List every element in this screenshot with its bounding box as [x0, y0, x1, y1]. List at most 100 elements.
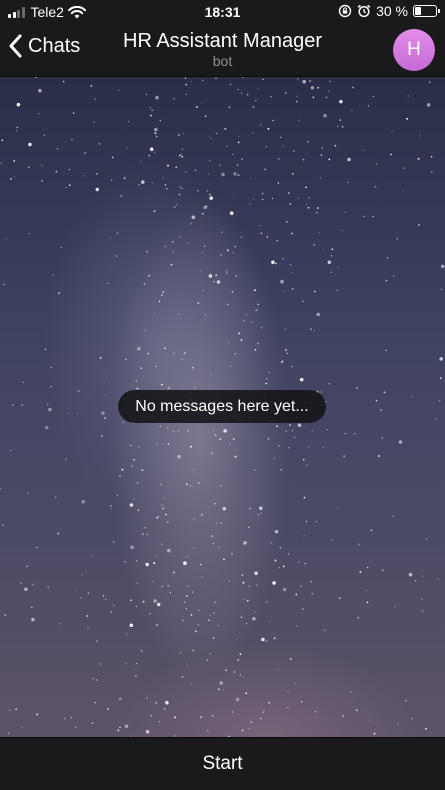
avatar[interactable]: H	[393, 29, 435, 71]
star	[140, 649, 143, 652]
back-label[interactable]: Chats	[28, 35, 80, 58]
star	[201, 212, 204, 215]
star	[130, 545, 134, 550]
avatar-initial: H	[407, 39, 421, 60]
star	[164, 347, 166, 350]
star	[380, 409, 382, 412]
star	[193, 469, 195, 471]
star	[216, 132, 218, 135]
star	[439, 357, 443, 361]
star	[155, 702, 158, 704]
star	[408, 572, 413, 577]
star	[190, 222, 192, 225]
chevron-left-icon	[9, 34, 22, 58]
star	[72, 112, 75, 114]
star	[57, 532, 60, 535]
star	[163, 708, 166, 710]
star	[288, 192, 290, 194]
star	[135, 605, 137, 607]
star	[222, 507, 227, 511]
star	[138, 183, 140, 186]
star	[212, 637, 215, 639]
star	[303, 496, 306, 499]
back-button[interactable]: Chats	[8, 34, 80, 58]
star	[402, 190, 404, 192]
star	[68, 184, 71, 187]
star	[44, 425, 49, 430]
star	[197, 482, 200, 484]
star	[116, 494, 118, 496]
star	[374, 185, 377, 188]
star	[256, 584, 258, 587]
star	[110, 508, 112, 510]
star	[421, 610, 424, 612]
star	[202, 79, 204, 81]
star	[107, 708, 109, 710]
star	[91, 722, 94, 724]
star	[223, 429, 227, 433]
star	[328, 158, 331, 161]
star	[178, 314, 180, 316]
star	[149, 147, 154, 151]
star	[425, 727, 427, 730]
star	[298, 119, 300, 121]
star	[220, 522, 222, 524]
star	[155, 135, 158, 138]
star	[245, 692, 248, 695]
star	[169, 591, 172, 594]
star	[320, 154, 323, 157]
star	[173, 571, 176, 574]
star	[365, 589, 368, 591]
star	[326, 428, 328, 431]
star	[278, 445, 280, 447]
star	[186, 663, 188, 665]
star	[328, 90, 330, 92]
star	[112, 541, 115, 543]
star	[148, 274, 151, 277]
star	[341, 229, 343, 231]
star	[290, 658, 292, 660]
chat-title-area[interactable]: HR Assistant Manager bot	[90, 29, 355, 69]
star	[267, 438, 270, 440]
star	[440, 264, 445, 269]
star	[252, 198, 254, 200]
star	[238, 332, 240, 335]
star	[77, 390, 80, 392]
star	[94, 701, 96, 704]
star	[5, 238, 7, 240]
star	[225, 669, 227, 672]
star	[174, 716, 176, 719]
star	[172, 572, 174, 574]
star	[294, 683, 297, 685]
star	[285, 349, 287, 351]
star	[302, 79, 306, 84]
star	[200, 716, 202, 719]
star	[288, 447, 290, 449]
star	[161, 294, 163, 296]
star	[343, 455, 346, 458]
star	[286, 352, 288, 354]
star	[271, 197, 274, 200]
star	[139, 161, 141, 163]
star	[190, 684, 192, 686]
star	[229, 443, 231, 445]
star	[207, 135, 209, 137]
star	[341, 126, 344, 128]
star	[331, 255, 333, 257]
star	[177, 454, 181, 459]
star	[435, 418, 438, 420]
chat-title[interactable]: HR Assistant Manager	[90, 29, 355, 53]
star	[217, 688, 220, 691]
star	[235, 274, 238, 277]
star	[75, 591, 77, 593]
star	[130, 599, 132, 602]
star	[243, 543, 245, 545]
star	[300, 701, 303, 703]
star	[138, 446, 140, 448]
start-button[interactable]: Start	[162, 747, 282, 781]
battery-percent: 30 %	[376, 3, 408, 19]
star	[160, 543, 163, 545]
star	[165, 513, 167, 516]
star	[279, 547, 281, 549]
star	[383, 391, 386, 394]
